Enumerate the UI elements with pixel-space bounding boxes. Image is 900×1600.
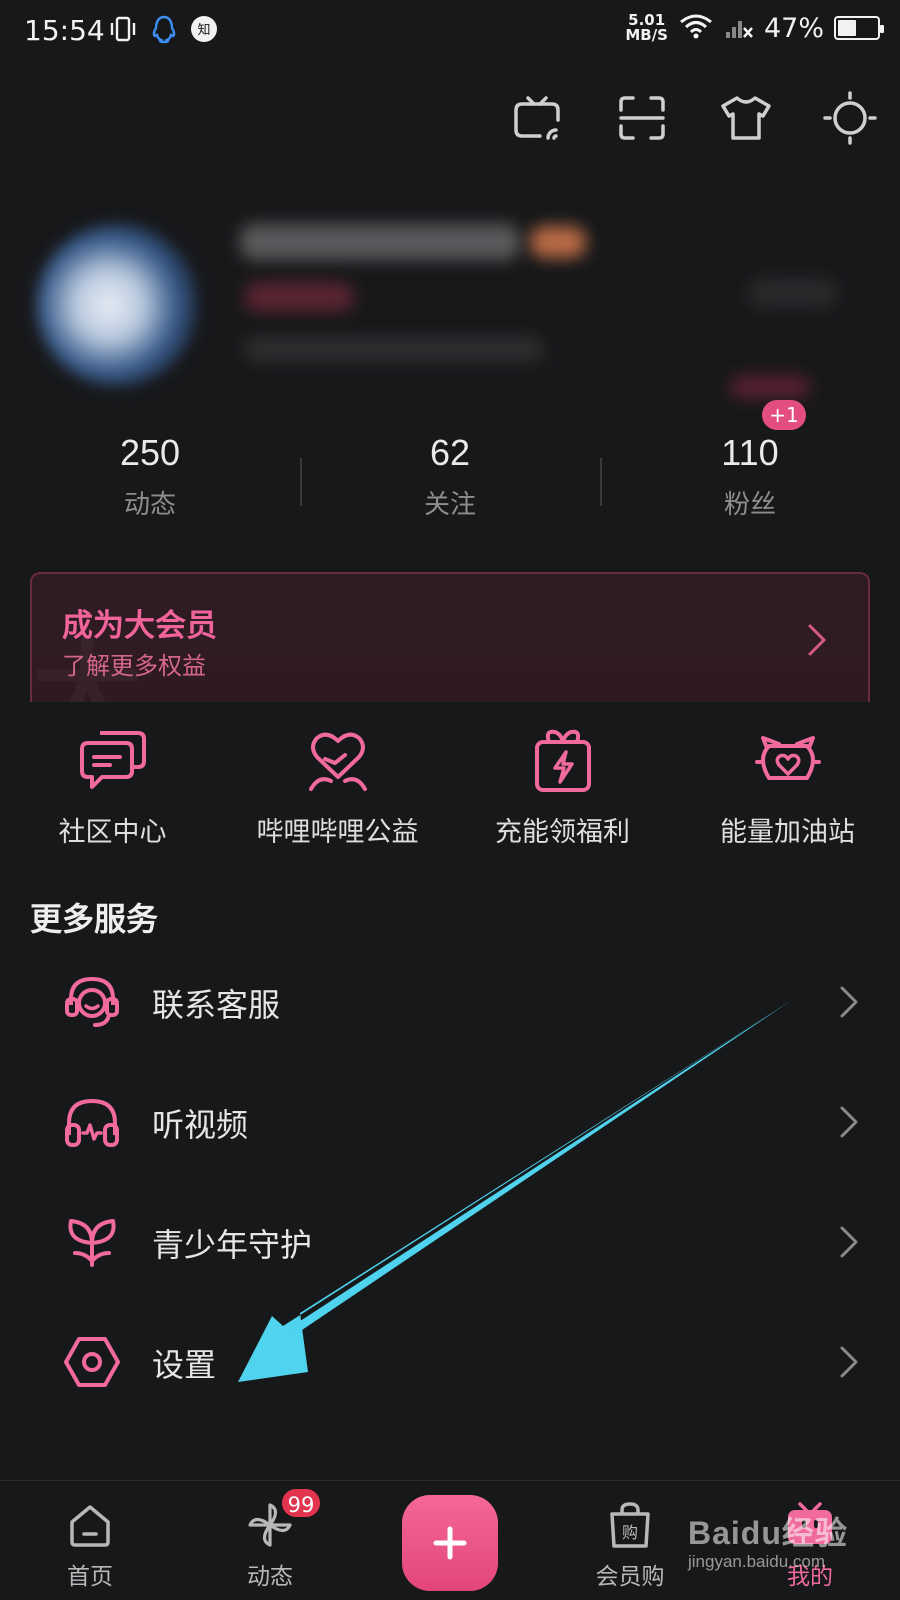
sprout-icon [62, 1212, 122, 1272]
battery-icon [834, 16, 884, 40]
customer-service-icon [62, 972, 122, 1032]
chevron-right-icon [838, 984, 860, 1024]
settings-hex-icon [62, 1332, 122, 1392]
vip-tag-blurred [244, 282, 354, 312]
gift-energy-icon [450, 724, 675, 796]
level-badge-blurred [530, 226, 586, 258]
tab-label: 动态 [247, 1564, 293, 1590]
quick-link-label: 社区中心 [58, 817, 167, 848]
vip-subtitle: 了解更多权益 [62, 652, 206, 680]
watermark-logo: Baidu经验 [688, 1515, 848, 1551]
tshirt-icon[interactable] [716, 88, 776, 148]
quick-link-charity[interactable]: 哔哩哔哩公益 [225, 724, 450, 849]
tab-label: 首页 [67, 1564, 113, 1590]
stat-label: 关注 [423, 490, 476, 520]
zhihu-icon: 知 [190, 15, 218, 47]
vip-banner[interactable]: 大 成为大会员 了解更多权益 [30, 572, 870, 702]
home-icon [30, 1495, 150, 1555]
service-label: 设置 [152, 1346, 217, 1384]
scan-icon[interactable] [612, 88, 672, 148]
qq-penguin-icon [150, 14, 178, 48]
chevron-right-icon [838, 1344, 860, 1384]
stat-divider [300, 458, 302, 506]
stat-label: 动态 [123, 490, 176, 520]
publish-button[interactable] [402, 1495, 498, 1591]
shopping-bag-icon: 购 [570, 1495, 690, 1555]
profile-header[interactable] [0, 200, 900, 400]
stat-label: 粉丝 [723, 490, 776, 520]
tab-vip-shop[interactable]: 购 会员购 [570, 1481, 690, 1600]
tab-dynamics[interactable]: 动态 99 [210, 1481, 330, 1600]
chevron-right-icon [838, 1104, 860, 1144]
service-item-customer-service[interactable]: 联系客服 [0, 942, 900, 1062]
avatar[interactable] [36, 224, 198, 386]
space-link-blurred [748, 278, 838, 308]
tab-label: 会员购 [595, 1564, 665, 1590]
community-chat-icon [0, 724, 225, 796]
svg-text:知: 知 [197, 22, 210, 38]
service-item-listen-video[interactable]: 听视频 [0, 1062, 900, 1182]
stat-following[interactable]: 62 关注 [300, 420, 600, 530]
stat-fans[interactable]: 110 粉丝 [600, 420, 900, 530]
svg-text:购: 购 [622, 1523, 638, 1542]
heart-charity-icon [225, 724, 450, 796]
chevron-right-icon [806, 622, 828, 662]
quick-link-label: 充能领福利 [495, 817, 630, 848]
more-services-title: 更多服务 [30, 900, 159, 938]
signal-no-sim-icon [724, 12, 754, 44]
tab-home[interactable]: 首页 [30, 1481, 150, 1600]
quick-link-label: 能量加油站 [720, 817, 855, 848]
service-label: 听视频 [152, 1106, 249, 1144]
plus-icon [433, 1526, 467, 1560]
theme-sun-icon[interactable] [820, 88, 880, 148]
stat-value: 62 [429, 432, 471, 473]
baidu-jingyan-watermark: Baidu经验 jingyan.baidu.com [688, 1508, 848, 1572]
stat-divider [600, 458, 602, 506]
headphones-icon [62, 1092, 122, 1152]
notification-badge: 99 [280, 1487, 322, 1519]
watermark-url: jingyan.baidu.com [688, 1552, 826, 1571]
battery-percent: 47% [763, 12, 824, 44]
wifi-icon [678, 12, 714, 44]
service-item-settings[interactable]: 设置 [0, 1302, 900, 1422]
net-speed: 5.01 MB/S [625, 11, 668, 44]
service-item-teen-guard[interactable]: 青少年守护 [0, 1182, 900, 1302]
decor-blurred [730, 376, 810, 398]
quick-link-community[interactable]: 社区中心 [0, 724, 225, 849]
tv-cast-icon[interactable] [508, 88, 568, 148]
username-blurred [240, 224, 520, 260]
quick-link-energy-station[interactable]: 能量加油站 [675, 724, 900, 849]
status-time: 15:54 [24, 14, 105, 47]
stat-value: 110 [721, 432, 779, 473]
service-label: 青少年守护 [152, 1226, 313, 1264]
stat-value: 250 [119, 432, 181, 473]
quick-links: 社区中心 哔哩哔哩公益 充能领福利 能量加油站 [0, 724, 900, 849]
chevron-right-icon [838, 1224, 860, 1264]
energy-station-icon [675, 724, 900, 796]
quick-link-label: 哔哩哔哩公益 [256, 817, 419, 848]
vip-title: 成为大会员 [62, 608, 217, 644]
top-actions [508, 88, 880, 148]
status-bar: 15:54 知 5.01 MB/S 47% [0, 0, 900, 64]
vibrate-icon [108, 14, 138, 48]
stats-row: 250 动态 62 关注 110 粉丝 [0, 420, 900, 530]
service-label: 联系客服 [152, 986, 281, 1024]
coins-blurred [244, 336, 544, 362]
stat-dynamics[interactable]: 250 动态 [0, 420, 300, 530]
main-panel: 社区中心 哔哩哔哩公益 充能领福利 能量加油站 更多服务 联系客服 听视频 青少… [0, 702, 900, 1480]
more-services-list: 联系客服 听视频 青少年守护 设置 [0, 942, 900, 1422]
quick-link-energy-benefit[interactable]: 充能领福利 [450, 724, 675, 849]
